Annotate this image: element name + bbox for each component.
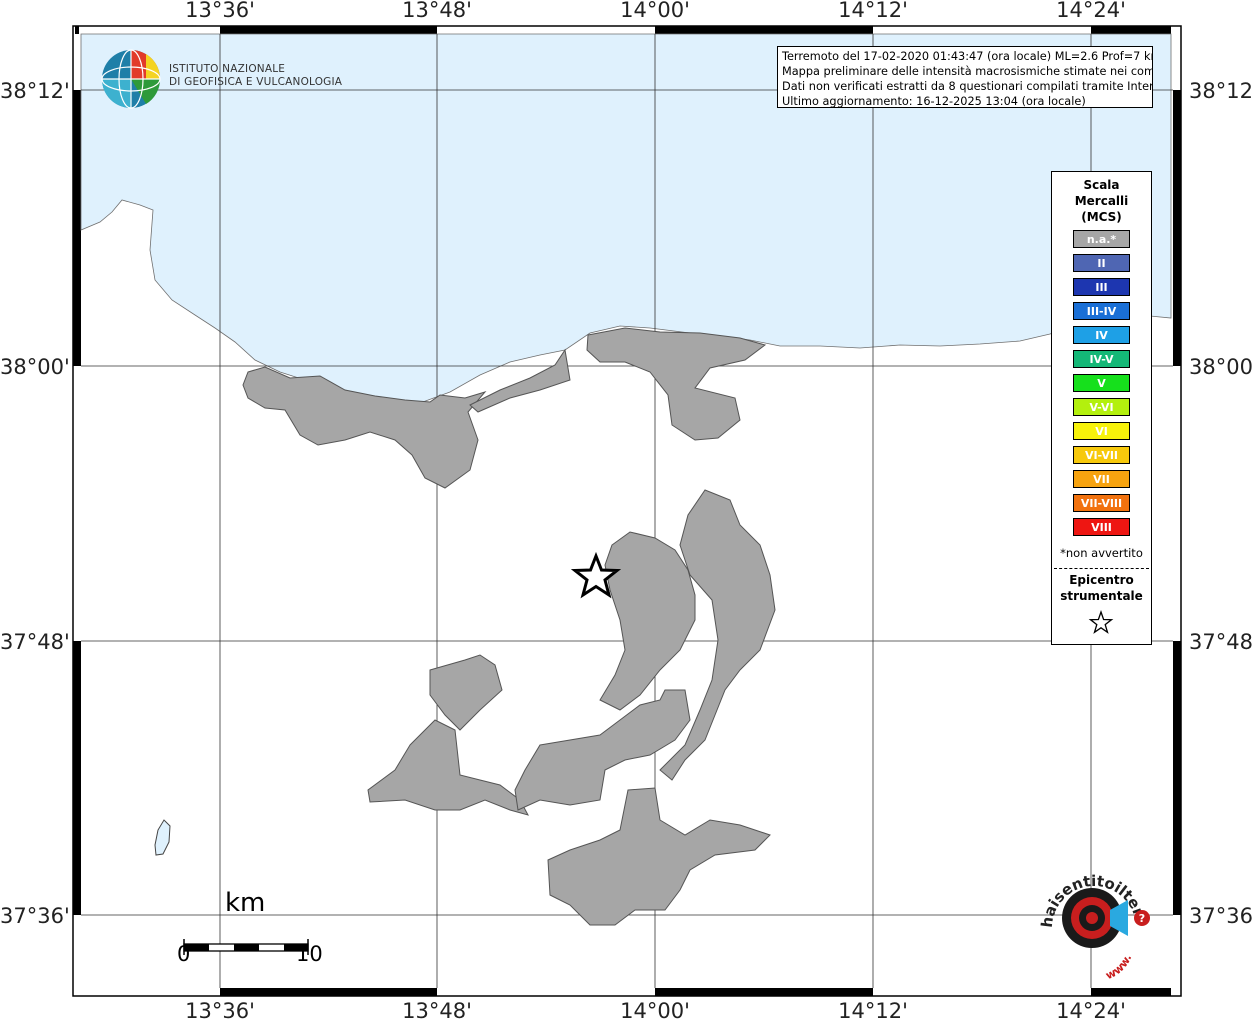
legend-swatch: III xyxy=(1073,278,1130,296)
scalebar-min: 0 xyxy=(177,942,191,966)
lat-label-right-4: 37°36' xyxy=(1189,904,1254,928)
legend-note: *non avvertito xyxy=(1060,546,1143,560)
lat-label-right-3: 37°48' xyxy=(1189,630,1254,654)
lat-label-left-4: 37°36' xyxy=(0,904,70,928)
legend-swatch: IV xyxy=(1073,326,1130,344)
lon-label-bottom-2: 13°48' xyxy=(402,999,472,1023)
legend-swatch: VII xyxy=(1073,470,1130,488)
legend-title-line: (MCS) xyxy=(1081,210,1122,224)
lon-label-top-2: 13°48' xyxy=(402,0,472,22)
legend-title-line: Mercalli xyxy=(1074,194,1129,208)
legend-swatch: VII-VIII xyxy=(1073,494,1130,512)
ingv-globe-icon xyxy=(101,49,161,109)
svg-text:www.: www. xyxy=(1104,952,1135,982)
event-info-line: Terremoto del 17-02-2020 01:43:47 (ora l… xyxy=(782,50,1153,63)
legend-divider xyxy=(1054,568,1149,569)
hsit-logo-prefix: www. xyxy=(1104,952,1135,982)
scalebar-max: 10 xyxy=(296,942,323,966)
legend-swatch: II xyxy=(1073,254,1130,272)
lat-label-left-3: 37°48' xyxy=(0,630,70,654)
legend-epicenter-line: strumentale xyxy=(1060,589,1143,603)
mcs-legend: Scala Mercalli (MCS) *non avvertito Epic… xyxy=(1051,171,1152,645)
lon-label-bottom-4: 14°12' xyxy=(838,999,908,1023)
legend-swatch: VI xyxy=(1073,422,1130,440)
lon-label-top-4: 14°12' xyxy=(838,0,908,22)
ingv-name: ISTITUTO NAZIONALE DI GEOFISICA E VULCAN… xyxy=(169,63,342,89)
legend-swatch: VIII xyxy=(1073,518,1130,536)
ingv-name-line2: DI GEOFISICA E VULCANOLOGIA xyxy=(169,76,343,88)
legend-swatch: V-VI xyxy=(1073,398,1130,416)
legend-swatch: V xyxy=(1073,374,1130,392)
legend-swatch: III-IV xyxy=(1073,302,1130,320)
lat-label-right-1: 38°12' xyxy=(1189,79,1254,103)
legend-title-line: Scala xyxy=(1083,178,1120,192)
legend-swatch: n.a.* xyxy=(1073,230,1130,248)
lon-label-bottom-3: 14°00' xyxy=(620,999,690,1023)
legend-star-icon xyxy=(1088,610,1114,634)
lon-label-top-3: 14°00' xyxy=(620,0,690,22)
svg-text:?: ? xyxy=(1139,912,1145,925)
legend-epicenter-line: Epicentro xyxy=(1069,573,1134,587)
event-info-line: Ultimo aggiornamento: 16-12-2025 13:04 (… xyxy=(782,95,1086,108)
event-info-line: Mappa preliminare delle intensità macros… xyxy=(782,65,1153,78)
hai-sentito-il-terremoto-logo: haisentitoilterremoto.it www. ? xyxy=(1030,858,1150,982)
legend-swatch: VI-VII xyxy=(1073,446,1130,464)
lon-label-top-5: 14°24' xyxy=(1056,0,1126,22)
legend-epicenter-label: Epicentro strumentale xyxy=(1052,572,1151,604)
scalebar-unit: km xyxy=(225,888,266,918)
event-info-box: Terremoto del 17-02-2020 01:43:47 (ora l… xyxy=(777,46,1153,108)
lat-label-left-2: 38°00' xyxy=(0,355,70,379)
lat-label-left-1: 38°12' xyxy=(0,79,70,103)
lat-label-right-2: 38°00' xyxy=(1189,355,1254,379)
event-info-line: Dati non verificati estratti da 8 questi… xyxy=(782,80,1153,93)
ingv-name-line1: ISTITUTO NAZIONALE xyxy=(169,63,286,75)
lon-label-bottom-5: 14°24' xyxy=(1056,999,1126,1023)
legend-title: Scala Mercalli (MCS) xyxy=(1052,177,1151,225)
legend-swatch: IV-V xyxy=(1073,350,1130,368)
lon-label-top-1: 13°36' xyxy=(185,0,255,22)
